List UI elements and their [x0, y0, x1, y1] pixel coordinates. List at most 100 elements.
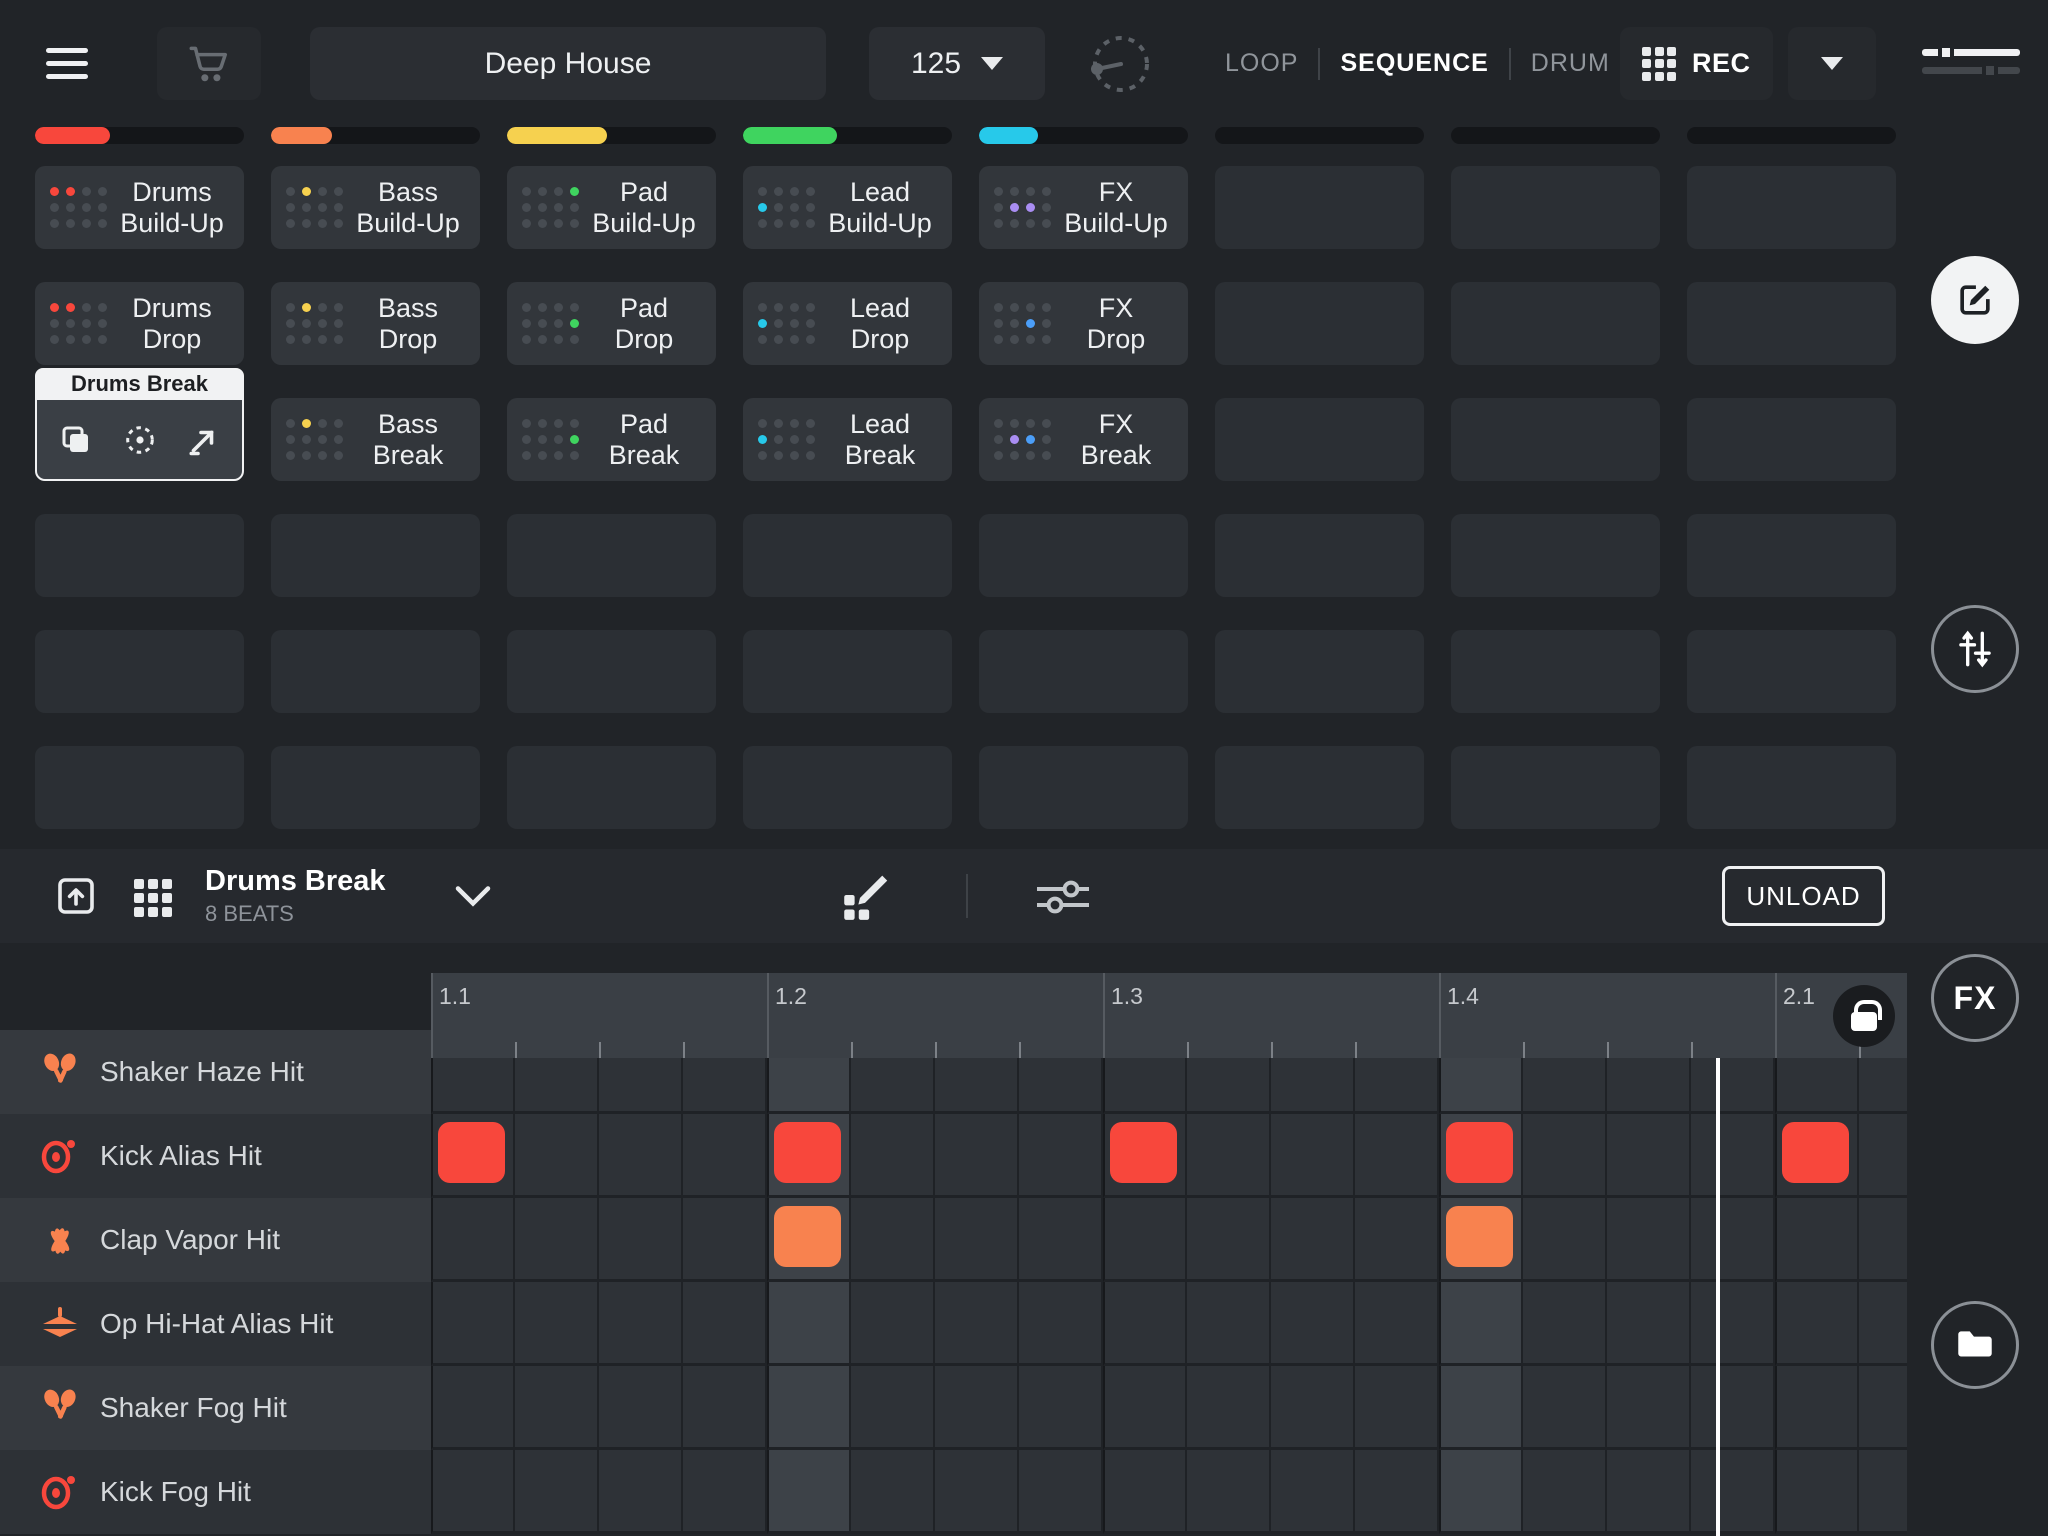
- step-cell[interactable]: [1607, 1114, 1691, 1198]
- step-cell[interactable]: [1439, 1450, 1523, 1534]
- step-cell[interactable]: [1607, 1366, 1691, 1450]
- rec-button[interactable]: REC: [1620, 27, 1773, 100]
- fx-button[interactable]: FX: [1931, 954, 2019, 1042]
- step-cell[interactable]: [1859, 1198, 1907, 1282]
- step-cell[interactable]: [431, 1282, 515, 1366]
- step-cell[interactable]: [1691, 1282, 1775, 1366]
- step-cell[interactable]: [935, 1282, 1019, 1366]
- pad-empty[interactable]: [507, 514, 716, 597]
- pad-pad-drop[interactable]: PadDrop: [507, 282, 716, 365]
- pad-empty[interactable]: [1687, 630, 1896, 713]
- step-cell[interactable]: [1775, 1366, 1859, 1450]
- sample-settings-button[interactable]: [1030, 873, 1096, 924]
- step-cell[interactable]: [1523, 1198, 1607, 1282]
- step-cell[interactable]: [1103, 1450, 1187, 1534]
- pad-empty[interactable]: [1215, 746, 1424, 829]
- pad-empty[interactable]: [1451, 282, 1660, 365]
- pad-bass-drop[interactable]: BassDrop: [271, 282, 480, 365]
- clip-name-block[interactable]: Drums Break 8 BEATS: [205, 865, 386, 927]
- timeline-lock-button[interactable]: [1833, 985, 1895, 1047]
- pad-fx-drop[interactable]: FXDrop: [979, 282, 1188, 365]
- pad-empty[interactable]: [271, 746, 480, 829]
- pad-empty[interactable]: [979, 514, 1188, 597]
- step-cell[interactable]: [431, 1450, 515, 1534]
- edit-mode-button[interactable]: [1931, 256, 2019, 344]
- step-cell[interactable]: [1271, 1366, 1355, 1450]
- step-cell[interactable]: [1523, 1450, 1607, 1534]
- step-cell[interactable]: [1439, 1366, 1523, 1450]
- step-cell[interactable]: [1439, 1114, 1523, 1198]
- step-cell[interactable]: [1103, 1366, 1187, 1450]
- step-cell[interactable]: [1859, 1114, 1907, 1198]
- step-cell[interactable]: [767, 1282, 851, 1366]
- step-cell[interactable]: [1691, 1366, 1775, 1450]
- step-cell[interactable]: [1187, 1282, 1271, 1366]
- master-volume-button[interactable]: [1922, 38, 2020, 90]
- step-cell[interactable]: [515, 1114, 599, 1198]
- step-cell[interactable]: [1607, 1450, 1691, 1534]
- step-cell[interactable]: [1103, 1198, 1187, 1282]
- pad-fx-break[interactable]: FXBreak: [979, 398, 1188, 481]
- step-cell[interactable]: [1859, 1450, 1907, 1534]
- step-cell[interactable]: [599, 1366, 683, 1450]
- bpm-selector[interactable]: 125: [869, 27, 1045, 100]
- step-cell[interactable]: [1103, 1114, 1187, 1198]
- step-cell[interactable]: [851, 1114, 935, 1198]
- step-cell[interactable]: [683, 1114, 767, 1198]
- step-cell[interactable]: [767, 1450, 851, 1534]
- load-sample-button[interactable]: [52, 872, 100, 923]
- step-cell[interactable]: [683, 1198, 767, 1282]
- sample-row-op-hi-hat-alias-hit[interactable]: Op Hi-Hat Alias Hit: [0, 1282, 431, 1366]
- tab-drum[interactable]: DRUM: [1511, 49, 1630, 78]
- step-cell[interactable]: [431, 1366, 515, 1450]
- sample-row-kick-alias-hit[interactable]: Kick Alias Hit: [0, 1114, 431, 1198]
- pad-empty[interactable]: [35, 514, 244, 597]
- step-cell[interactable]: [515, 1450, 599, 1534]
- pad-empty[interactable]: [1687, 282, 1896, 365]
- pad-drums-build-up[interactable]: DrumsBuild-Up: [35, 166, 244, 249]
- step-cell[interactable]: [1187, 1198, 1271, 1282]
- menu-button[interactable]: [35, 31, 99, 95]
- step-cell[interactable]: [1271, 1282, 1355, 1366]
- pad-selected-drums-break[interactable]: Drums Break: [35, 398, 244, 481]
- pad-pad-build-up[interactable]: PadBuild-Up: [507, 166, 716, 249]
- pad-empty[interactable]: [271, 514, 480, 597]
- pad-bass-build-up[interactable]: BassBuild-Up: [271, 166, 480, 249]
- step-cell[interactable]: [1859, 1366, 1907, 1450]
- step-cell[interactable]: [1775, 1450, 1859, 1534]
- edit-steps-button[interactable]: [838, 869, 892, 926]
- pad-empty[interactable]: [1451, 514, 1660, 597]
- rec-options-dropdown[interactable]: [1788, 27, 1876, 100]
- step-cell[interactable]: [1691, 1198, 1775, 1282]
- step-cell[interactable]: [1775, 1282, 1859, 1366]
- pad-empty[interactable]: [743, 630, 952, 713]
- sample-row-shaker-fog-hit[interactable]: Shaker Fog Hit: [0, 1366, 431, 1450]
- step-cell[interactable]: [1607, 1198, 1691, 1282]
- pad-empty[interactable]: [1687, 398, 1896, 481]
- tab-loop[interactable]: LOOP: [1205, 49, 1318, 78]
- pad-bass-break[interactable]: BassBreak: [271, 398, 480, 481]
- pad-empty[interactable]: [1451, 746, 1660, 829]
- pad-empty[interactable]: [979, 746, 1188, 829]
- step-cell[interactable]: [431, 1198, 515, 1282]
- step-cell[interactable]: [1271, 1450, 1355, 1534]
- step-cell[interactable]: [1103, 1282, 1187, 1366]
- pad-empty[interactable]: [507, 630, 716, 713]
- step-cell[interactable]: [431, 1114, 515, 1198]
- step-cell[interactable]: [599, 1282, 683, 1366]
- step-cell[interactable]: [1439, 1198, 1523, 1282]
- pad-lead-build-up[interactable]: LeadBuild-Up: [743, 166, 952, 249]
- step-cell[interactable]: [1019, 1198, 1103, 1282]
- step-cell[interactable]: [935, 1114, 1019, 1198]
- clip-dropdown-button[interactable]: [455, 885, 491, 910]
- step-cell[interactable]: [515, 1198, 599, 1282]
- pad-empty[interactable]: [1687, 746, 1896, 829]
- pad-empty[interactable]: [743, 746, 952, 829]
- step-cell[interactable]: [1271, 1198, 1355, 1282]
- step-cell[interactable]: [1019, 1366, 1103, 1450]
- pad-empty[interactable]: [1451, 166, 1660, 249]
- pad-lead-drop[interactable]: LeadDrop: [743, 282, 952, 365]
- step-cell[interactable]: [1187, 1450, 1271, 1534]
- step-cell[interactable]: [599, 1450, 683, 1534]
- step-cell[interactable]: [683, 1282, 767, 1366]
